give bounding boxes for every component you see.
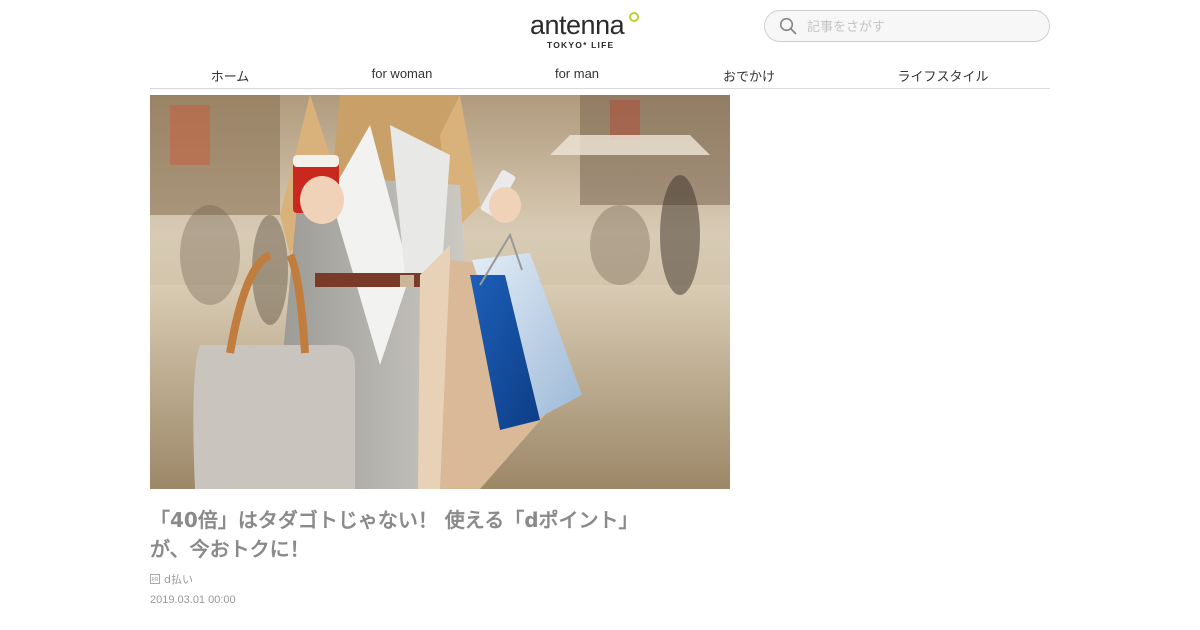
site-header: antenna TOKYO* LIFE: [0, 0, 1200, 60]
site-logo[interactable]: antenna TOKYO* LIFE: [530, 10, 642, 52]
search-icon[interactable]: [779, 17, 797, 35]
article-date: 2019.03.01 00:00: [150, 594, 236, 606]
logo-mark-icon: [629, 12, 639, 22]
article-title[interactable]: 「40倍」はタダゴトじゃない！ 使える「dポイント」 が、今おトクに！: [150, 506, 710, 564]
article-title-line-2: が、今おトクに！: [150, 537, 310, 561]
logo-wordmark: antenna: [530, 10, 625, 40]
logo-tagline: TOKYO* LIFE: [547, 40, 615, 50]
pr-badge: PR: [150, 574, 160, 584]
article-title-line-1: 「40倍」はタダゴトじゃない！ 使える「dポイント」: [150, 508, 639, 532]
article-hero-image[interactable]: [150, 95, 730, 489]
nav-item-for-man[interactable]: for man: [555, 66, 599, 81]
nav-item-outing[interactable]: おでかけ: [723, 66, 775, 85]
search-box[interactable]: [764, 10, 1050, 42]
sponsor-info: PR d払い: [150, 572, 193, 586]
nav-item-lifestyle[interactable]: ライフスタイル: [897, 66, 988, 85]
hero-photo: [150, 95, 730, 489]
nav-item-home[interactable]: ホーム: [211, 66, 250, 85]
main-nav: ホーム for woman for man おでかけ ライフスタイル: [150, 60, 1050, 89]
search-input[interactable]: [805, 15, 1039, 39]
nav-item-for-woman[interactable]: for woman: [372, 66, 433, 81]
sponsor-name: d払い: [164, 573, 193, 586]
